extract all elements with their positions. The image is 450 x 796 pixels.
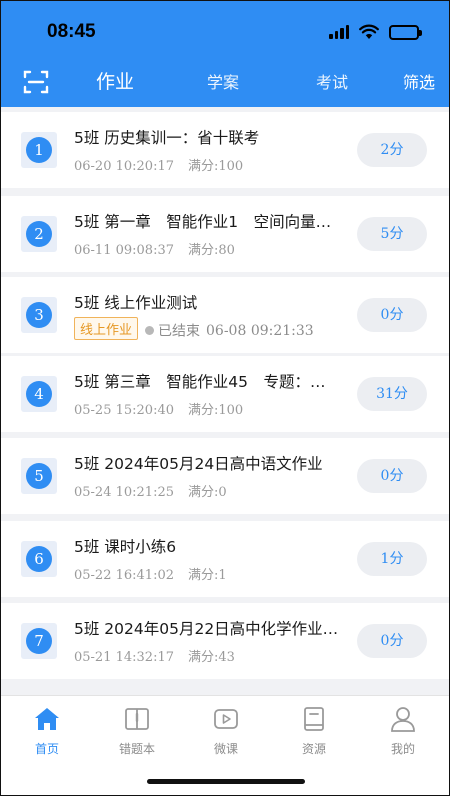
user-icon (391, 707, 415, 732)
tab-resources[interactable]: 资源 (274, 706, 354, 757)
tab-label: 我的 (390, 742, 415, 756)
status-ended: 已结束 (158, 323, 201, 340)
tab-exam[interactable]: 考试 (316, 69, 348, 93)
full-score: 满分:100 (188, 159, 244, 174)
header: 08:45 作业 学案 考试 筛选 (1, 1, 449, 107)
signal-icon (329, 25, 349, 39)
end-time: 06-08 09:21:33 (206, 322, 314, 339)
index-badge: 6 (21, 541, 57, 577)
full-score: 满分:80 (188, 243, 235, 258)
assignment-title: 5班 第三章 智能作业45 专题：热… (74, 373, 339, 391)
status-bar: 08:45 (1, 1, 449, 59)
home-indicator[interactable] (147, 779, 305, 784)
assignment-date: 05-24 10:21:25 (74, 485, 174, 500)
score-badge: 0分 (357, 298, 427, 332)
tab-homework[interactable]: 作业 (96, 67, 134, 94)
status-dot-icon (145, 326, 155, 335)
status-icons (329, 22, 422, 42)
status-time: 08:45 (47, 21, 96, 42)
tab-label: 资源 (301, 742, 326, 756)
assignment-title: 5班 2024年05月22日高中化学作业… (74, 620, 339, 638)
scan-icon[interactable] (23, 69, 49, 95)
index-badge: 3 (21, 297, 57, 333)
index-badge: 4 (21, 376, 57, 412)
assignment-meta: 05-25 15:20:40 满分:100 (74, 399, 243, 418)
app-screen: 08:45 作业 学案 考试 筛选 1 5班 历史集训一：省十联考 06-20 … (0, 0, 450, 796)
score-badge: 1分 (357, 542, 427, 576)
resource-icon (304, 707, 324, 731)
assignment-meta: 05-22 16:41:02 满分:1 (74, 564, 227, 583)
top-nav: 作业 学案 考试 筛选 (1, 59, 449, 103)
assignment-meta: 05-21 14:32:17 满分:43 (74, 646, 235, 665)
index-number: 5 (26, 463, 52, 489)
online-homework-tag: 线上作业 (74, 317, 139, 340)
tab-label: 微课 (213, 742, 238, 756)
full-score: 满分:1 (188, 568, 227, 583)
index-badge: 1 (21, 132, 57, 168)
assignment-title: 5班 课时小练6 (74, 538, 177, 556)
assignment-date: 05-25 15:20:40 (74, 403, 174, 418)
index-number: 6 (26, 546, 52, 572)
assignment-title: 5班 2024年05月24日高中语文作业 (74, 455, 323, 473)
tab-study-plan[interactable]: 学案 (207, 69, 239, 93)
assignment-item-3[interactable]: 3 5班 线上作业测试 线上作业 已结束 06-08 09:21:33 0分 (1, 277, 449, 353)
assignment-item-5[interactable]: 5 5班 2024年05月24日高中语文作业 05-24 10:21:25 满分:… (1, 438, 449, 514)
full-score: 满分:43 (188, 650, 235, 665)
assignment-title: 5班 第一章 智能作业1 空间向量… (74, 213, 332, 231)
video-icon (214, 709, 238, 729)
assignment-item-1[interactable]: 1 5班 历史集训一：省十联考 06-20 10:20:17 满分:100 2分 (1, 112, 449, 188)
assignment-item-2[interactable]: 2 5班 第一章 智能作业1 空间向量… 06-11 09:08:37 满分:80… (1, 196, 449, 272)
tab-home[interactable]: 首页 (7, 706, 87, 757)
full-score: 满分:100 (188, 403, 244, 418)
score-badge: 0分 (357, 624, 427, 658)
filter-button[interactable]: 筛选 (403, 69, 435, 93)
tab-micro-lesson[interactable]: 微课 (186, 706, 266, 757)
home-icon (35, 708, 59, 730)
index-number: 7 (26, 628, 52, 654)
index-badge: 2 (21, 216, 57, 252)
full-score: 满分:0 (188, 485, 227, 500)
assignment-title: 5班 线上作业测试 (74, 294, 198, 312)
index-number: 1 (26, 137, 52, 163)
assignment-meta: 06-20 10:20:17 满分:100 (74, 155, 243, 174)
tab-mine[interactable]: 我的 (363, 706, 443, 757)
wifi-icon (359, 24, 379, 39)
tab-mistake-book[interactable]: 错题本 (97, 706, 177, 757)
index-badge: 5 (21, 458, 57, 494)
score-badge: 0分 (357, 459, 427, 493)
assignment-title: 5班 历史集训一：省十联考 (74, 129, 260, 147)
score-badge: 2分 (357, 133, 427, 167)
index-number: 3 (26, 302, 52, 328)
assignment-meta: 05-24 10:21:25 满分:0 (74, 481, 227, 500)
assignment-date: 05-21 14:32:17 (74, 650, 174, 665)
assignment-date: 05-22 16:41:02 (74, 568, 174, 583)
battery-icon (389, 24, 422, 40)
book-icon (125, 708, 149, 730)
assignment-date: 06-11 09:08:37 (74, 243, 174, 258)
index-number: 2 (26, 221, 52, 247)
score-badge: 31分 (357, 377, 427, 411)
assignment-item-7[interactable]: 7 5班 2024年05月22日高中化学作业… 05-21 14:32:17 满分… (1, 603, 449, 679)
tab-label: 首页 (34, 742, 59, 756)
index-number: 4 (26, 381, 52, 407)
tab-label: 错题本 (118, 742, 155, 756)
assignment-item-6[interactable]: 6 5班 课时小练6 05-22 16:41:02 满分:1 1分 (1, 521, 449, 597)
assignment-meta: 线上作业 已结束 06-08 09:21:33 (74, 317, 314, 341)
assignment-meta: 06-11 09:08:37 满分:80 (74, 239, 235, 258)
score-badge: 5分 (357, 217, 427, 251)
assignment-item-4[interactable]: 4 5班 第三章 智能作业45 专题：热… 05-25 15:20:40 满分:1… (1, 356, 449, 432)
assignment-date: 06-20 10:20:17 (74, 159, 174, 174)
index-badge: 7 (21, 623, 57, 659)
